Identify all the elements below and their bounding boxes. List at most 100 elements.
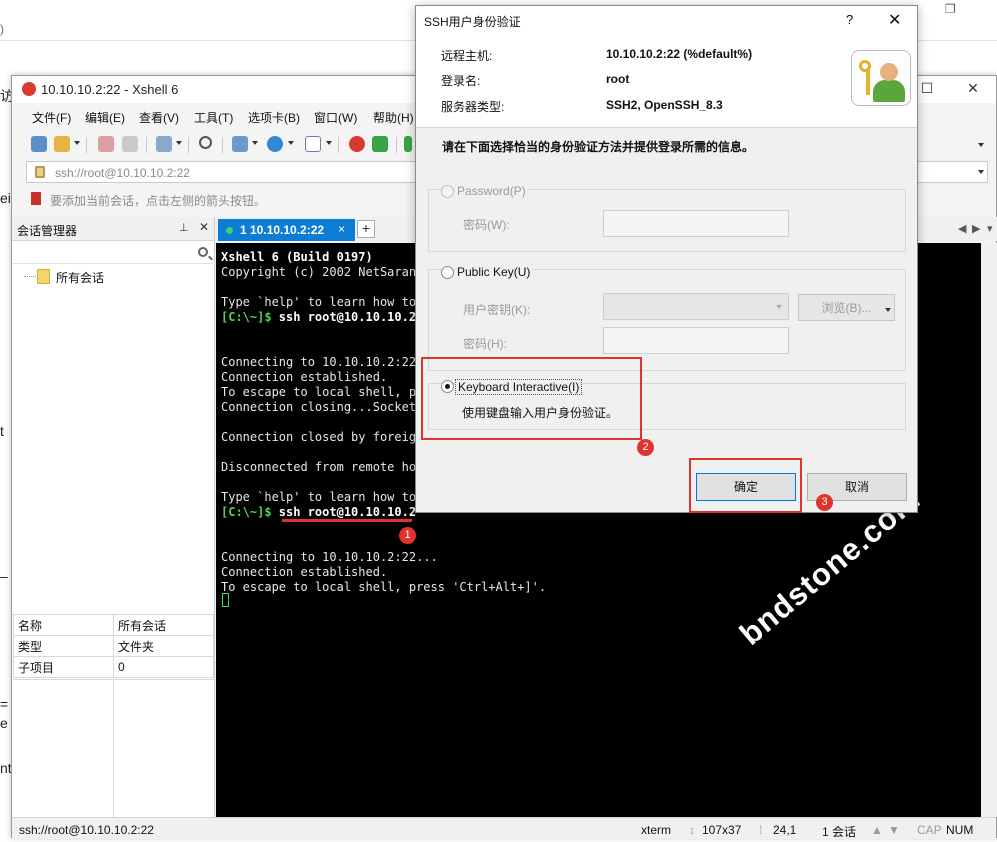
terminal-line: To escape to local shell, press 'Ctrl+Al… (221, 580, 547, 594)
globe-icon[interactable] (267, 136, 283, 152)
open-folder-icon[interactable] (54, 136, 70, 152)
pin-icon[interactable]: ⊥ (179, 221, 189, 234)
close-icon[interactable]: ✕ (958, 80, 988, 100)
hint-text: 要添加当前会话，点击左侧的箭头按钮。 (50, 194, 267, 208)
restore-icon[interactable]: ❐ (945, 2, 956, 16)
background-text: – (0, 568, 8, 584)
properties-table: 名称 所有会话 类型 文件夹 子项目 0 (13, 614, 214, 678)
find-icon[interactable] (199, 136, 212, 149)
status-terminal-type: xterm (641, 823, 671, 837)
menu-view[interactable]: 查看(V) (139, 109, 179, 126)
close-icon[interactable]: ✕ (199, 220, 209, 234)
tree-connector (24, 276, 36, 277)
session-manager-header: 会话管理器 ⊥ ✕ (12, 217, 214, 241)
layout-icon[interactable] (232, 136, 248, 152)
session-manager: 会话管理器 ⊥ ✕ 所有会话 名称 所有会话 类型 文件夹 子项目 0 (12, 217, 215, 823)
menu-tools[interactable]: 工具(T) (194, 109, 233, 126)
server-type-value: SSH2, OpenSSH_8.3 (606, 98, 723, 112)
search-icon[interactable] (198, 247, 208, 257)
scroll-up-icon[interactable]: ▲ (871, 823, 883, 837)
passphrase-label: 密码(H): (463, 337, 507, 351)
folder-icon (37, 269, 50, 284)
table-row: 子项目 0 (13, 656, 214, 678)
menu-help[interactable]: 帮助(H) (373, 109, 414, 126)
terminal-line: Connection closed by foreign (221, 430, 424, 444)
cursor-position-icon: ⁞ (759, 823, 763, 837)
chevron-down-icon[interactable] (176, 141, 182, 145)
help-icon[interactable]: ? (846, 12, 853, 27)
chevron-down-icon[interactable] (252, 141, 258, 145)
terminal-line: Disconnected from remote hos (221, 460, 424, 474)
close-icon[interactable]: ✕ (888, 10, 901, 30)
key-shaft (866, 69, 870, 95)
connect-icon[interactable] (98, 136, 114, 152)
tab-label: 1 10.10.10.2:22 (240, 223, 325, 237)
toolbar-separator (146, 137, 147, 153)
chevron-down-icon[interactable] (288, 141, 294, 145)
tree-item-all-sessions[interactable]: 所有会话 (56, 269, 104, 286)
disconnect-icon[interactable] (122, 136, 138, 152)
tab-prev-icon[interactable]: ◀ (958, 222, 966, 235)
user-key-label: 用户密钥(K): (463, 303, 531, 317)
tab-next-icon[interactable]: ▶ (972, 222, 980, 235)
scroll-down-icon[interactable]: ▼ (888, 823, 900, 837)
browse-button[interactable]: 浏览(B)... (798, 294, 895, 321)
transfer-icon[interactable] (404, 136, 412, 152)
chevron-down-icon[interactable] (978, 143, 984, 147)
menu-window[interactable]: 窗口(W) (314, 109, 357, 126)
passphrase-input[interactable] (603, 327, 789, 354)
tab-menu-icon[interactable]: ▾ (987, 222, 993, 235)
session-search-input[interactable] (13, 244, 213, 264)
dialog-title-bar: SSH用户身份验证 ? ✕ (416, 6, 917, 36)
tab-close-icon[interactable]: × (338, 222, 345, 236)
terminal-line: Copyright (c) 2002 NetSarang (221, 265, 424, 279)
xshell-logo-icon (22, 82, 36, 96)
terminal-line: Connecting to 10.10.10.2:22. (221, 355, 424, 369)
user-head (880, 63, 898, 81)
terminal-line: Type `help' to learn how to (221, 295, 417, 309)
terminal-scrollbar[interactable] (981, 243, 997, 817)
font-icon[interactable] (305, 136, 321, 152)
chevron-down-icon[interactable] (74, 141, 80, 145)
xshell-icon[interactable] (349, 136, 365, 152)
user-key-select[interactable] (603, 293, 789, 320)
terminal-prompt: [C:\~]$ (221, 505, 272, 519)
new-session-icon[interactable] (31, 136, 47, 152)
public-key-radio[interactable] (441, 266, 454, 279)
connection-info: 远程主机: 10.10.10.2:22 (%default%) 登录名: roo… (416, 36, 917, 128)
annotation-box-keyboard (421, 357, 642, 440)
menu-file[interactable]: 文件(F) (32, 109, 71, 126)
toolbar-separator (86, 137, 87, 153)
terminal-line: To escape to local shell, pr (221, 385, 424, 399)
password-option-label: Password(P) (455, 184, 528, 198)
background-text: = (0, 696, 9, 712)
server-type-label: 服务器类型: (441, 100, 505, 114)
background-text: ei (0, 190, 11, 206)
terminal-cursor (222, 593, 229, 607)
browse-button-label: 浏览(B)... (821, 301, 872, 315)
status-session: ssh://root@10.10.10.2:22 (19, 823, 154, 837)
add-tab-button[interactable]: + (357, 220, 375, 238)
chevron-down-icon[interactable] (978, 170, 984, 174)
table-row: 名称 所有会话 (13, 614, 214, 636)
window-title: 10.10.10.2:22 - Xshell 6 (41, 82, 179, 97)
password-radio[interactable] (441, 185, 454, 198)
status-bar: ssh://root@10.10.10.2:22 xterm ↕ 107x37 … (12, 817, 996, 839)
tab-session[interactable]: 1 10.10.10.2:22 × (218, 219, 355, 241)
bookmark-icon[interactable] (31, 192, 41, 205)
table-row: 类型 文件夹 (13, 635, 214, 657)
property-value: 文件夹 (113, 635, 214, 657)
annotation-badge-1: 1 (399, 527, 416, 544)
xftp-icon[interactable] (372, 136, 388, 152)
property-name: 子项目 (13, 656, 114, 678)
chevron-down-icon[interactable] (326, 141, 332, 145)
annotation-badge-3: 3 (816, 494, 833, 511)
address-text: ssh://root@10.10.10.2:22 (55, 166, 190, 180)
terminal-line: [C:\~]$ ssh root@10.10.10.2 (221, 310, 416, 324)
menu-edit[interactable]: 编辑(E) (85, 109, 125, 126)
properties-icon[interactable] (156, 136, 172, 152)
remote-host-label: 远程主机: (441, 49, 493, 63)
menu-tabs[interactable]: 选项卡(B) (248, 109, 300, 126)
password-input[interactable] (603, 210, 789, 237)
terminal-line: Connecting to 10.10.10.2:22... (221, 550, 438, 564)
